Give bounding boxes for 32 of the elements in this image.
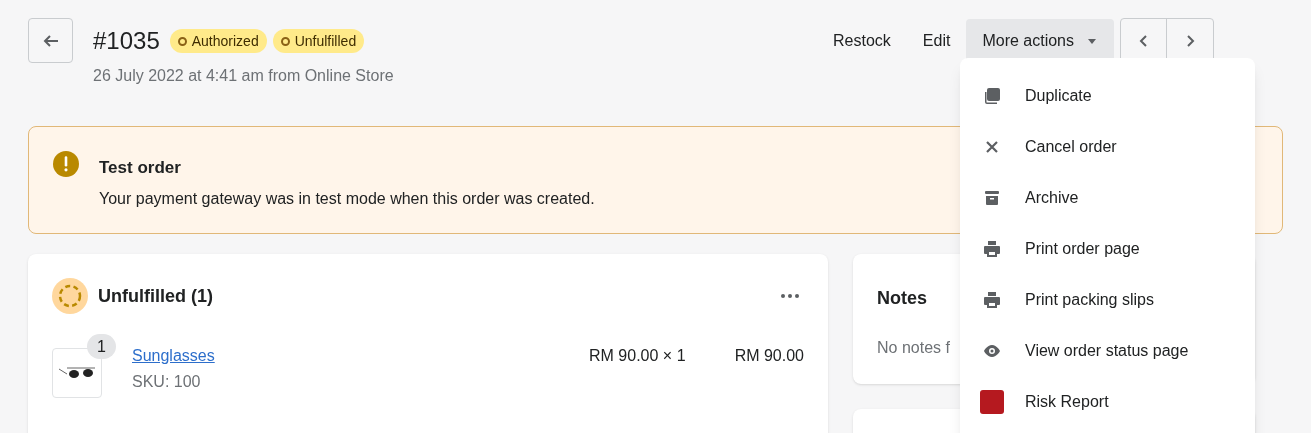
menu-item[interactable]: View order status page [960, 325, 1255, 376]
line-total: RM 90.00 [733, 346, 804, 366]
menu-item[interactable]: Archive [960, 172, 1255, 223]
order-subtitle: 26 July 2022 at 4:41 am from Online Store [93, 66, 394, 86]
app-logo-icon [980, 389, 1004, 414]
product-sku: SKU: 100 [132, 372, 202, 392]
unfulfilled-icon [52, 278, 88, 314]
menu-item[interactable]: Print order page [960, 223, 1255, 274]
back-button[interactable] [28, 18, 73, 63]
unit-price: RM 90.00 × 1 [588, 346, 686, 366]
sunglasses-drawing [58, 365, 96, 381]
product-link[interactable]: Sunglasses [132, 344, 540, 368]
printer-icon [982, 289, 1002, 310]
status-badge: Unfulfilled [272, 29, 365, 53]
menu-item[interactable]: Risk Report [960, 376, 1255, 427]
order-title: #1035 [93, 27, 160, 55]
menu-item[interactable]: Cancel order [960, 121, 1255, 172]
menu-item[interactable]: Print packing slips [960, 274, 1255, 325]
banner-title: Test order [99, 157, 182, 179]
banner-message: Your payment gateway was in test mode when this order was created. [99, 188, 595, 209]
status-badge: Authorized [169, 29, 267, 53]
menu-item[interactable]: Duplicate [960, 70, 1255, 121]
notes-text: No notes f [877, 338, 950, 358]
action-button[interactable]: Edit [906, 18, 967, 63]
printer-icon [982, 238, 1002, 259]
duplicate-icon [982, 85, 1002, 106]
warning-icon [53, 151, 79, 177]
action-button[interactable]: Restock [817, 18, 907, 63]
quantity-badge: 1 [87, 334, 116, 359]
notes-title: Notes [877, 287, 927, 310]
ellipsis-icon [780, 292, 800, 300]
card-title: Unfulfilled (1) [98, 284, 213, 308]
